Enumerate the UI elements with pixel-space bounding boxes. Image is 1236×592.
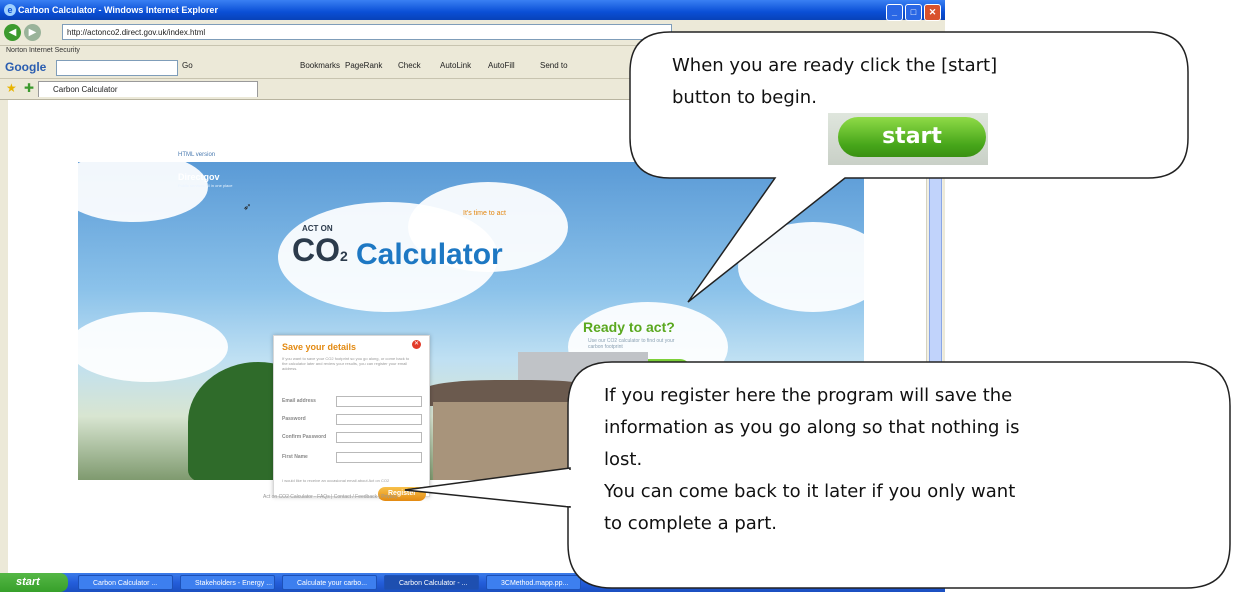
start-button-image: start	[838, 117, 986, 157]
start-callout-text: When you are ready click the [start] but…	[672, 50, 997, 114]
register-callout-pointer	[404, 467, 571, 508]
register-callout-line: to complete a part.	[604, 513, 777, 534]
register-callout-text: If you register here the program will sa…	[604, 380, 1020, 540]
start-callout-line: button to begin.	[672, 87, 817, 108]
register-callout-line: You can come back to it later if you onl…	[604, 481, 1016, 502]
start-callout-line: When you are ready click the [start]	[672, 55, 998, 76]
start-button-example: start	[828, 113, 988, 165]
register-callout-line: information as you go along so that noth…	[604, 417, 1020, 438]
pointer-join	[566, 470, 572, 506]
register-callout-line: lost.	[604, 449, 643, 470]
register-callout-line: If you register here the program will sa…	[604, 385, 1013, 406]
